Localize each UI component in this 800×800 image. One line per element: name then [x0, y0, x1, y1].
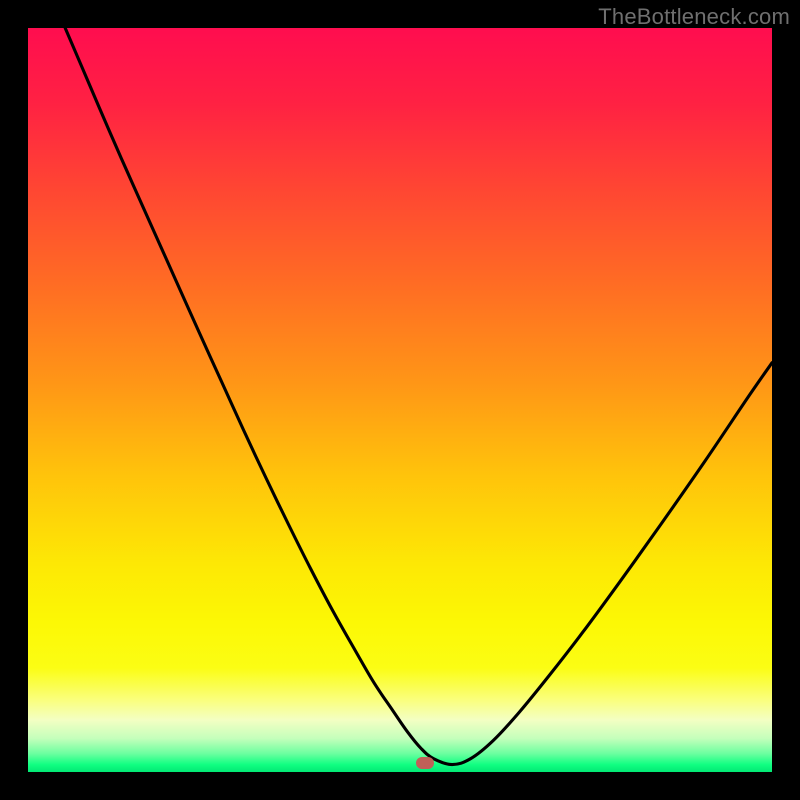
- minimum-marker: [416, 757, 434, 769]
- watermark-text: TheBottleneck.com: [598, 4, 790, 30]
- bottleneck-curve: [28, 28, 772, 772]
- chart-frame: TheBottleneck.com: [0, 0, 800, 800]
- plot-area: [28, 28, 772, 772]
